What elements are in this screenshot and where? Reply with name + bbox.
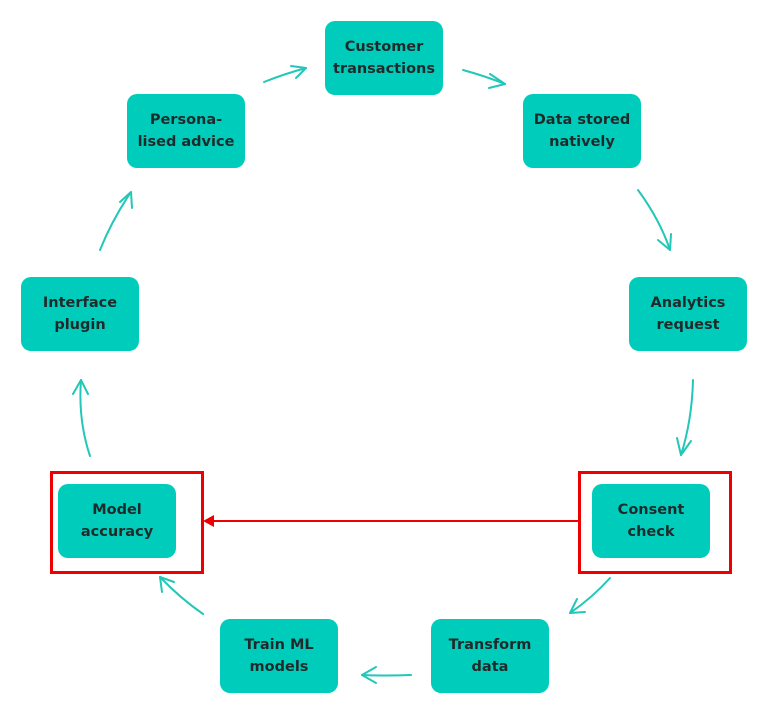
- node-label: Analytics request: [650, 295, 726, 333]
- node-label: Data stored natively: [533, 112, 631, 150]
- arrow-consent-to-transform: [569, 577, 611, 614]
- arrows-layer: [72, 65, 694, 684]
- node-label: Transform data: [448, 637, 532, 675]
- node-model-accuracy[interactable]: Model accuracy: [58, 484, 176, 558]
- node-label: Model accuracy: [80, 502, 154, 540]
- node-label: Consent check: [617, 502, 685, 540]
- arrow-datastored-to-analytics: [637, 189, 672, 251]
- highlight-arrow-consent-to-model: [203, 515, 580, 527]
- arrow-interface-to-personalised: [99, 191, 133, 251]
- arrow-model-to-interface: [72, 379, 91, 457]
- node-label: Customer transactions: [332, 39, 436, 77]
- node-analytics-request[interactable]: Analytics request: [629, 277, 747, 351]
- node-transform-data[interactable]: Transform data: [431, 619, 549, 693]
- arrow-train-to-model: [159, 576, 204, 615]
- node-consent-check[interactable]: Consent check: [592, 484, 710, 558]
- node-interface-plugin[interactable]: Interface plugin: [21, 277, 139, 351]
- arrow-transform-to-train: [361, 666, 412, 684]
- node-train-ml-models[interactable]: Train ML models: [220, 619, 338, 693]
- node-personalised-advice[interactable]: Persona-lised advice: [127, 94, 245, 168]
- arrow-customer-to-datastored: [462, 69, 506, 89]
- node-label: Persona-lised advice: [137, 112, 235, 150]
- node-customer-transactions[interactable]: Customer transactions: [325, 21, 443, 95]
- node-label: Interface plugin: [42, 295, 118, 333]
- arrow-analytics-to-consent: [676, 379, 694, 456]
- node-label: Train ML models: [244, 637, 314, 675]
- arrow-personalised-to-customer: [263, 65, 307, 83]
- node-data-stored-natively[interactable]: Data stored natively: [523, 94, 641, 168]
